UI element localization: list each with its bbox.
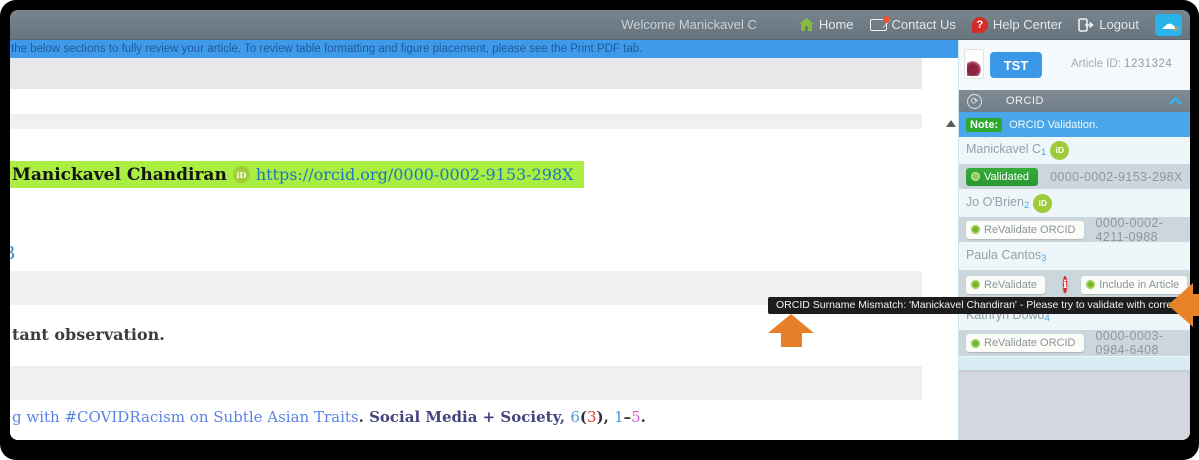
author-name: Jo O'Brien2 xyxy=(966,195,1029,211)
orcid-sidebar: TST Article ID: 1231324 ⟳ ORCID Note: OR… xyxy=(958,40,1190,440)
author-row-3: Paula Cantos3 xyxy=(959,243,1190,270)
article-id-value: 1231324 xyxy=(1124,58,1172,70)
citation-journal: Social Media + Society, xyxy=(369,408,570,426)
orcid-mismatch-tooltip: ORCID Surname Mismatch: 'Manickavel Chan… xyxy=(768,297,1186,314)
validated-button[interactable]: Validated xyxy=(966,168,1038,186)
revalidate-label: ReValidate ORCID xyxy=(984,224,1076,236)
status-dot-icon xyxy=(971,280,980,289)
nav-contact-us[interactable]: Contact Us xyxy=(870,17,956,32)
revalidate-label: ReValidate ORCID xyxy=(984,337,1076,349)
status-dot-icon xyxy=(971,339,980,348)
citation-line: g with #COVIDRacism on Subtle Asian Trai… xyxy=(12,408,646,426)
app-window: Welcome Manickavel C Home Contact Us ? H… xyxy=(10,10,1190,440)
status-dot-icon xyxy=(971,225,980,234)
orcid-profile-link[interactable]: https://orcid.org/0000-0002-9153-298X xyxy=(256,165,574,184)
citation-sep: . xyxy=(359,408,369,426)
highlighted-author-line: Manickavel Chandiran iD https://orcid.or… xyxy=(10,161,584,188)
notification-banner: the below sections to fully review your … xyxy=(10,40,958,58)
orcid-id-icon[interactable]: iD xyxy=(1033,194,1052,213)
journal-code-badge[interactable]: TST xyxy=(990,52,1042,78)
citation-sep: – xyxy=(624,408,632,426)
nav-contact-label: Contact Us xyxy=(892,17,956,32)
author-name: Paula Cantos3 xyxy=(966,248,1046,264)
annotation-arrow-up-stem xyxy=(781,333,802,347)
nav-logout-label: Logout xyxy=(1099,17,1139,32)
orcid-id-icon[interactable]: iD xyxy=(1050,141,1069,160)
orcid-number: 0000-0002-4211-0988 xyxy=(1096,216,1184,244)
revalidate-button[interactable]: ReValidate xyxy=(966,276,1045,294)
screenshot-frame: Welcome Manickavel C Home Contact Us ? H… xyxy=(0,0,1199,460)
citation-sep: ( xyxy=(580,408,587,426)
annotation-arrow-up-icon xyxy=(768,314,814,333)
orcid-note-row: Note: ORCID Validation. xyxy=(959,112,1190,137)
author-row-1: Manickavel C1 iD xyxy=(959,137,1190,164)
welcome-user-text: Welcome Manickavel C xyxy=(621,17,757,32)
author-row-2: Jo O'Brien2 iD xyxy=(959,190,1190,217)
top-navigation-bar: Welcome Manickavel C Home Contact Us ? H… xyxy=(10,10,1190,40)
home-icon xyxy=(799,18,814,31)
nav-home[interactable]: Home xyxy=(799,17,854,32)
annotation-arrow-left-icon xyxy=(1168,283,1193,327)
nav-logout[interactable]: Logout xyxy=(1078,17,1139,32)
content-section-band xyxy=(10,58,922,89)
orcid-id-icon: iD xyxy=(233,166,250,183)
orcid-section-title: ORCID xyxy=(1006,95,1044,107)
cloud-sync-button[interactable]: ☁ ✐ xyxy=(1155,14,1182,36)
author-index: 2 xyxy=(1024,200,1029,211)
revalidate-orcid-button[interactable]: ReValidate ORCID xyxy=(966,334,1084,352)
validation-row-4: ReValidate ORCID 0000-0003-0984-6408 xyxy=(959,330,1190,357)
note-text: ORCID Validation. xyxy=(1009,119,1098,131)
refresh-icon: ⟳ xyxy=(967,94,982,109)
sidebar-lower-panel xyxy=(959,370,1190,440)
citation-title-link[interactable]: g with #COVIDRacism on Subtle Asian Trai… xyxy=(12,408,359,426)
orcid-section-header[interactable]: ⟳ ORCID xyxy=(959,90,1190,112)
author-index: 4 xyxy=(1045,313,1050,324)
nav-help-center[interactable]: ? Help Center xyxy=(972,17,1062,33)
logout-icon xyxy=(1078,18,1094,32)
sidebar-article-header: TST Article ID: 1231324 xyxy=(959,40,1190,90)
envelope-icon xyxy=(870,19,887,31)
chevron-up-icon[interactable] xyxy=(1169,97,1182,105)
revalidate-orcid-button[interactable]: ReValidate ORCID xyxy=(966,221,1084,239)
citation-sep: . xyxy=(641,408,646,426)
revalidate-label: ReValidate xyxy=(984,279,1037,291)
note-badge: Note: xyxy=(966,118,1002,132)
author-name: Manickavel C1 xyxy=(966,142,1046,158)
content-section-band xyxy=(10,366,922,400)
annotation-arrow-left-stem xyxy=(1193,294,1199,316)
citation-page-start[interactable]: 1 xyxy=(614,408,624,426)
author-name-text: Manickavel Chandiran xyxy=(12,165,227,185)
status-dot-icon xyxy=(1086,280,1095,289)
validation-row-2: ReValidate ORCID 0000-0002-4211-0988 xyxy=(959,217,1190,243)
help-icon: ? xyxy=(972,17,988,33)
article-content-pane: the below sections to fully review your … xyxy=(10,40,958,440)
validated-label: Validated xyxy=(984,171,1029,183)
author-index: 1 xyxy=(1041,147,1046,158)
citation-sep: , xyxy=(604,408,614,426)
article-id: Article ID: 1231324 xyxy=(1071,58,1172,70)
sidebar-empty-area xyxy=(959,357,1190,370)
validation-row-3: ReValidate i Include in Article xyxy=(959,270,1190,300)
citation-volume[interactable]: 6 xyxy=(570,408,580,426)
journal-cover-thumbnail xyxy=(964,49,984,79)
citation-issue[interactable]: 3 xyxy=(587,408,597,426)
nav-home-label: Home xyxy=(819,17,854,32)
error-info-icon[interactable]: i xyxy=(1063,276,1067,293)
scrollbar-up-arrow[interactable] xyxy=(946,120,956,127)
content-section-band xyxy=(10,114,922,129)
status-dot-icon xyxy=(971,172,980,181)
orcid-number: 0000-0002-9153-298X xyxy=(1050,170,1183,184)
nav-help-label: Help Center xyxy=(993,17,1062,32)
article-sentence-fragment: tant observation. xyxy=(12,325,165,344)
citation-page-end[interactable]: 5 xyxy=(631,408,641,426)
article-id-label: Article ID: xyxy=(1071,58,1121,70)
orcid-number: 0000-0003-0984-6408 xyxy=(1096,329,1184,357)
citation-sep: ) xyxy=(597,408,604,426)
author-index: 3 xyxy=(1041,253,1046,264)
notification-dot xyxy=(883,16,890,23)
pencil-icon: ✐ xyxy=(1173,26,1180,34)
reference-number[interactable]: 3 xyxy=(10,243,15,264)
validation-row-1: Validated 0000-0002-9153-298X xyxy=(959,164,1190,190)
